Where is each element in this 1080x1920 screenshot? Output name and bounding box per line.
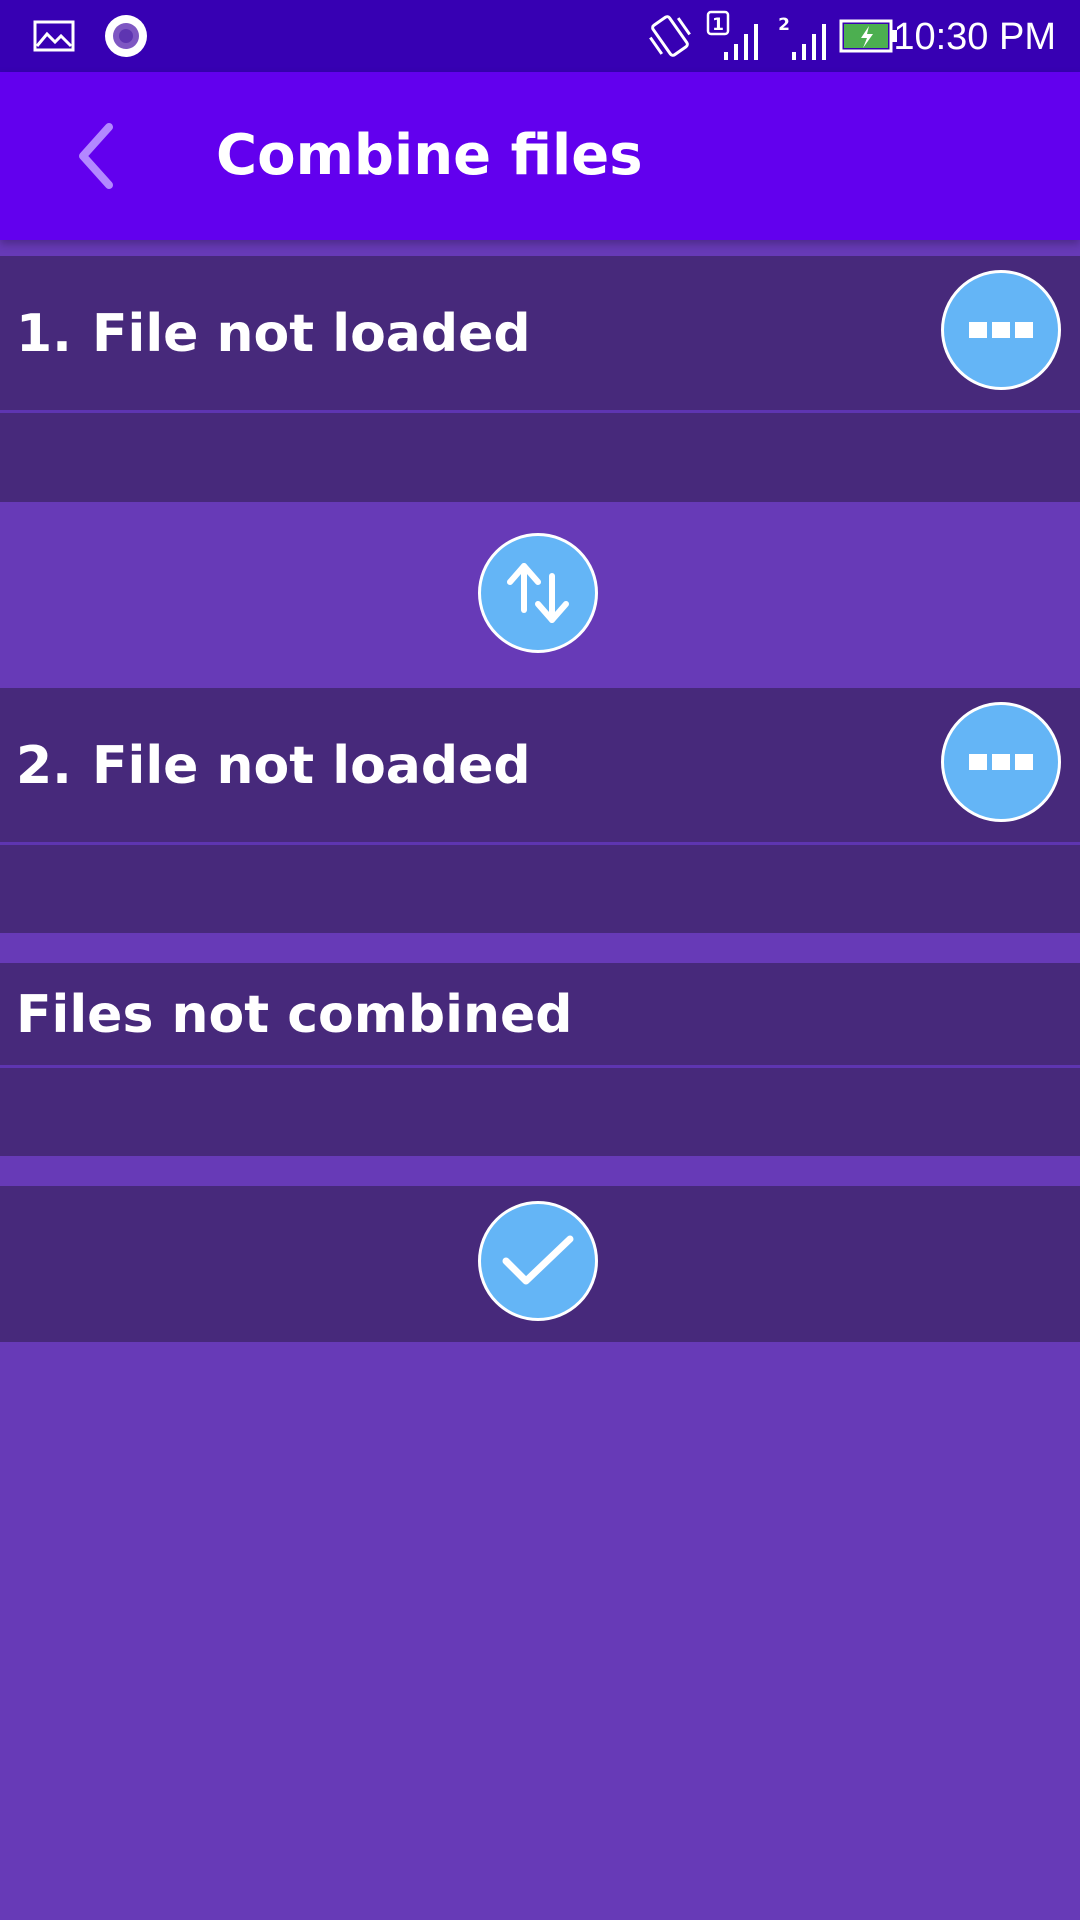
sim2-label: 2 — [778, 15, 790, 35]
swap-vertical-icon — [507, 563, 569, 623]
back-button[interactable] — [48, 108, 144, 204]
status-time: 10:30 PM — [893, 16, 1056, 58]
record-icon — [102, 0, 150, 72]
sim1-label: 1 — [712, 15, 724, 35]
file-1-more-button[interactable] — [941, 270, 1061, 390]
app-bar: Combine files — [0, 72, 1080, 240]
sim2-signal-icon: 2 — [774, 0, 832, 72]
more-icon — [969, 754, 1033, 770]
file-row-1: 1. File not loaded — [0, 256, 1080, 413]
status-bar: 1 2 10:30 PM — [0, 0, 1080, 72]
file-label-2: 2. File not loaded — [16, 736, 531, 796]
file-number: 1. — [16, 304, 72, 364]
result-status: Files not combined — [16, 985, 573, 1045]
swap-files-button[interactable] — [478, 533, 598, 653]
file-2-more-button[interactable] — [941, 702, 1061, 822]
result-panel: Files not combined — [0, 963, 1080, 1156]
more-icon — [969, 322, 1033, 338]
file-slot-1: 1. File not loaded — [0, 256, 1080, 502]
sim1-signal-icon: 1 — [706, 0, 764, 72]
combine-confirm-button[interactable] — [478, 1201, 598, 1321]
image-icon — [30, 0, 78, 72]
file-slot-2: 2. File not loaded — [0, 688, 1080, 933]
vibrate-icon — [642, 0, 698, 72]
page-title: Combine files — [216, 123, 643, 188]
battery-charging-icon — [838, 0, 900, 72]
file-number: 2. — [16, 736, 72, 796]
confirm-panel — [0, 1186, 1080, 1342]
checkmark-icon — [502, 1235, 574, 1285]
file-status: File not loaded — [92, 736, 531, 796]
result-row: Files not combined — [0, 963, 1080, 1068]
file-status: File not loaded — [92, 304, 531, 364]
file-label-1: 1. File not loaded — [16, 304, 531, 364]
file-row-2: 2. File not loaded — [0, 688, 1080, 845]
chevron-left-icon — [79, 123, 113, 189]
